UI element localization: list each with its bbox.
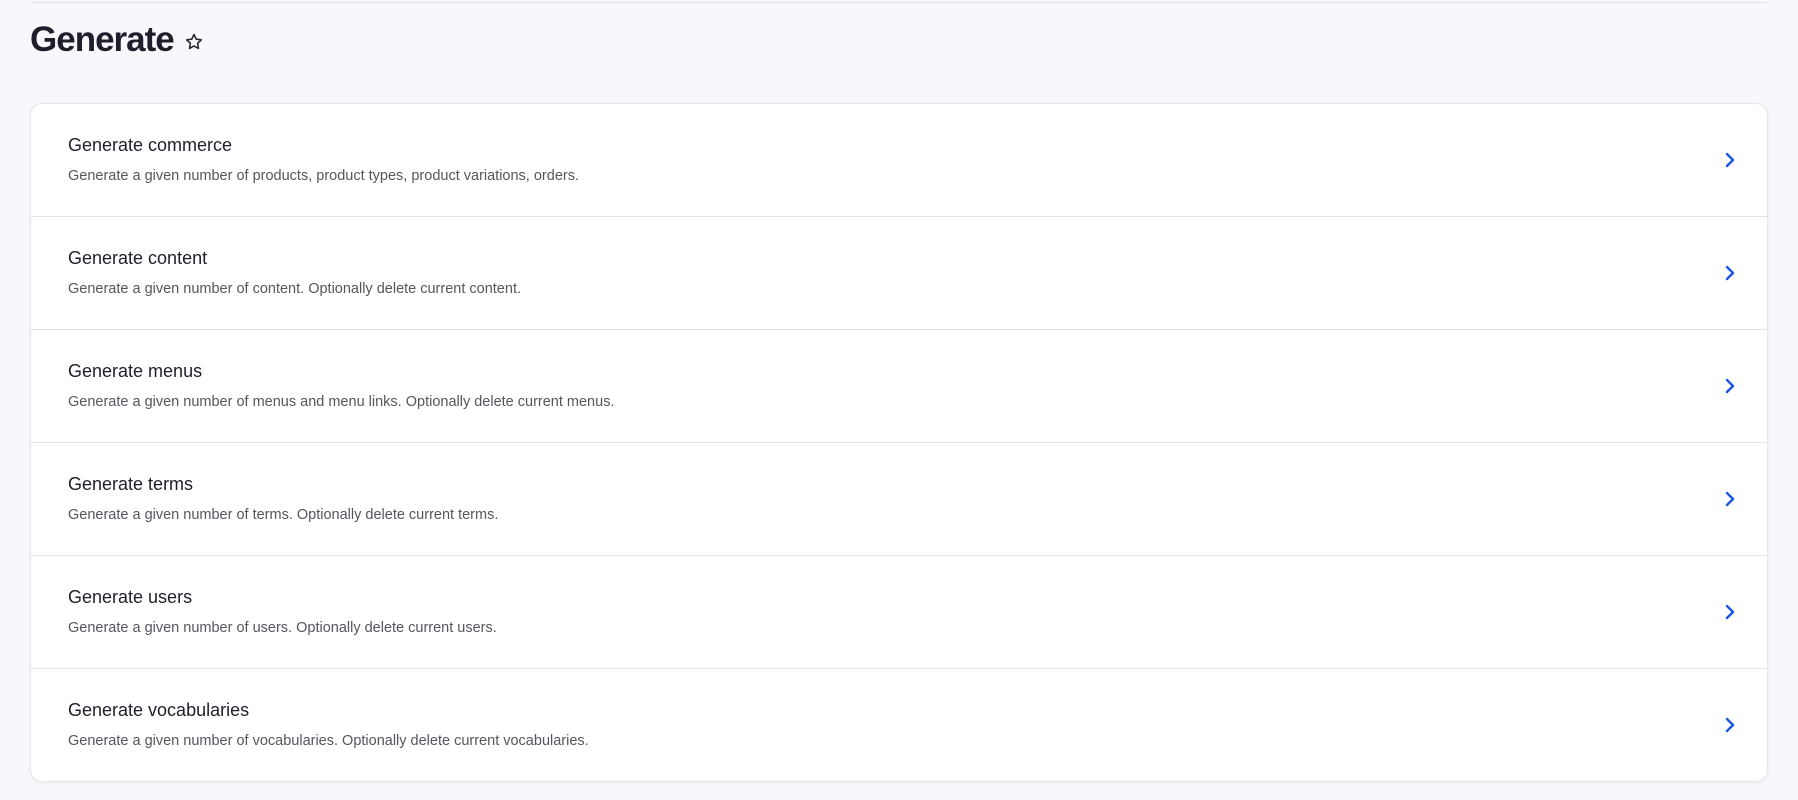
item-description: Generate a given number of content. Opti… [68,281,521,297]
item-description: Generate a given number of users. Option… [68,620,497,636]
item-description: Generate a given number of vocabularies.… [68,733,589,749]
list-item-generate-users[interactable]: Generate users Generate a given number o… [31,555,1767,668]
chevron-right-icon[interactable] [1723,716,1737,734]
item-title[interactable]: Generate users [68,587,192,608]
item-title[interactable]: Generate menus [68,361,202,382]
chevron-right-icon[interactable] [1723,377,1737,395]
list-item-generate-menus[interactable]: Generate menus Generate a given number o… [31,329,1767,442]
chevron-right-icon[interactable] [1723,264,1737,282]
item-title[interactable]: Generate content [68,248,207,269]
page-header: Generate [30,20,204,60]
chevron-right-icon[interactable] [1723,151,1737,169]
list-item-generate-content[interactable]: Generate content Generate a given number… [31,216,1767,329]
top-divider [30,2,1766,3]
chevron-right-icon[interactable] [1723,603,1737,621]
generate-list: Generate commerce Generate a given numbe… [30,103,1768,782]
item-description: Generate a given number of terms. Option… [68,507,499,523]
list-item-generate-terms[interactable]: Generate terms Generate a given number o… [31,442,1767,555]
page-title: Generate [30,20,175,59]
item-title[interactable]: Generate terms [68,474,193,495]
item-title[interactable]: Generate commerce [68,135,232,156]
chevron-right-icon[interactable] [1723,490,1737,508]
item-title[interactable]: Generate vocabularies [68,700,249,721]
list-item-generate-vocabularies[interactable]: Generate vocabularies Generate a given n… [31,668,1767,781]
list-item-generate-commerce[interactable]: Generate commerce Generate a given numbe… [31,104,1767,216]
item-description: Generate a given number of products, pro… [68,168,579,184]
item-description: Generate a given number of menus and men… [68,394,615,410]
star-icon[interactable] [184,32,204,52]
